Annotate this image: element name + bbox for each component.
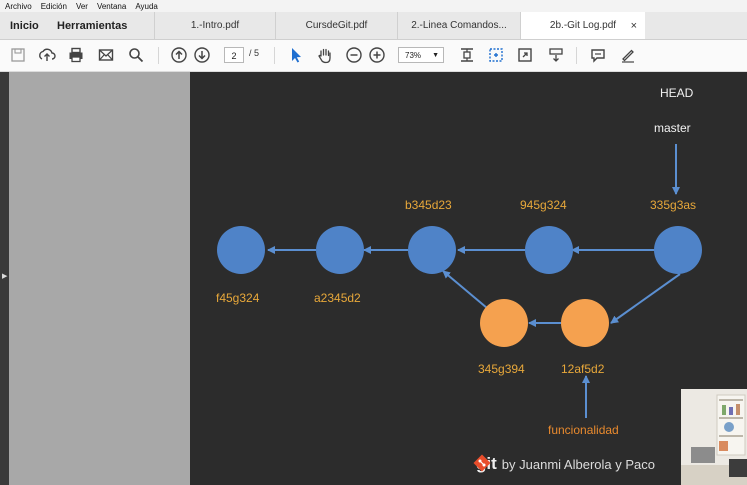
close-icon[interactable]: × — [631, 20, 637, 32]
zoom-value: 73% — [405, 51, 422, 60]
toolbar: 2 / 5 73% ▼ — [0, 40, 747, 72]
commit-node — [654, 226, 702, 274]
menu-archivo[interactable]: Archivo — [5, 2, 32, 11]
page-number-input[interactable]: 2 — [224, 47, 244, 63]
sign-icon[interactable] — [619, 46, 637, 64]
zoom-in-icon[interactable] — [368, 46, 386, 64]
branch-commit-label: 345g394 — [478, 362, 525, 376]
email-icon[interactable] — [97, 46, 115, 64]
git-logo-icon — [473, 454, 491, 472]
credit-line: git by Juanmi Alberola y Paco — [473, 454, 655, 474]
fullscreen-icon[interactable] — [516, 46, 534, 64]
tab-label: 2.-Linea Comandos... — [411, 20, 507, 31]
tab-git-log[interactable]: 2b.-Git Log.pdf × — [520, 12, 645, 39]
tab-cursdegit[interactable]: CursdeGit.pdf — [275, 12, 397, 39]
commit-node — [408, 226, 456, 274]
master-label: master — [654, 121, 691, 135]
toolbar-divider — [274, 47, 275, 64]
nav-home[interactable]: Inicio — [10, 12, 39, 39]
scrollbar[interactable] — [737, 72, 747, 382]
credit-text: by Juanmi Alberola y Paco — [501, 456, 655, 472]
upload-icon[interactable] — [38, 46, 56, 64]
webcam-image — [681, 389, 747, 485]
commit-label: 335g3as — [650, 198, 697, 212]
branch-arrow — [610, 273, 681, 324]
commit-node — [525, 226, 573, 274]
tab-linea-comandos[interactable]: 2.-Linea Comandos... — [397, 12, 520, 39]
webcam-overlay — [681, 389, 747, 485]
branch-arrow — [442, 270, 488, 309]
page-total: / 5 — [249, 48, 260, 58]
tab-intro[interactable]: 1.-Intro.pdf — [154, 12, 275, 39]
toolbar-divider — [158, 47, 159, 64]
branch-commit-node — [480, 299, 528, 347]
hand-icon[interactable] — [316, 46, 334, 64]
tab-bar: Inicio Herramientas 1.-Intro.pdf CursdeG… — [0, 12, 747, 40]
page-margin-area — [9, 72, 190, 485]
commit-node — [217, 226, 265, 274]
commit-label: b345d23 — [405, 198, 452, 212]
commit-label: f45g324 — [216, 291, 260, 305]
nav-tools[interactable]: Herramientas — [57, 12, 127, 39]
chevron-down-icon: ▼ — [432, 52, 439, 59]
commit-label: 945g324 — [520, 198, 567, 212]
branch-commit-label: 12af5d2 — [561, 362, 605, 376]
menu-ventana[interactable]: Ventana — [97, 2, 126, 11]
zoom-select[interactable]: 73% ▼ — [398, 47, 444, 63]
print-icon[interactable] — [67, 46, 85, 64]
left-pane-toggle[interactable]: ▶ — [0, 72, 9, 485]
save-icon[interactable] — [9, 46, 27, 64]
menu-edicion[interactable]: Edición — [41, 2, 67, 11]
scroll-mode-icon[interactable] — [547, 46, 565, 64]
select-cursor-icon[interactable] — [287, 46, 305, 64]
commit-node — [316, 226, 364, 274]
branch-commit-node — [561, 299, 609, 347]
tab-label: CursdeGit.pdf — [305, 20, 368, 31]
comment-icon[interactable] — [589, 46, 607, 64]
tab-label: 1.-Intro.pdf — [190, 20, 240, 31]
head-label: HEAD — [660, 86, 694, 100]
toolbar-divider — [576, 47, 577, 64]
arrow-up-icon[interactable] — [170, 46, 188, 64]
pdf-page: HEAD master b345d23 945g324 335g3as f45g… — [190, 72, 747, 485]
branch-name-label: funcionalidad — [548, 423, 619, 437]
tab-label: 2b.-Git Log.pdf — [549, 20, 617, 31]
search-icon[interactable] — [127, 46, 145, 64]
menu-ver[interactable]: Ver — [76, 2, 88, 11]
commit-label: a2345d2 — [314, 291, 361, 305]
menu-ayuda[interactable]: Ayuda — [135, 2, 158, 11]
chevron-right-icon[interactable]: ▶ — [2, 272, 7, 280]
menu-bar: Archivo Edición Ver Ventana Ayuda — [0, 0, 747, 12]
fit-page-icon[interactable] — [458, 46, 476, 64]
arrow-down-icon[interactable] — [193, 46, 211, 64]
zoom-out-icon[interactable] — [345, 46, 363, 64]
marquee-icon[interactable] — [487, 46, 505, 64]
